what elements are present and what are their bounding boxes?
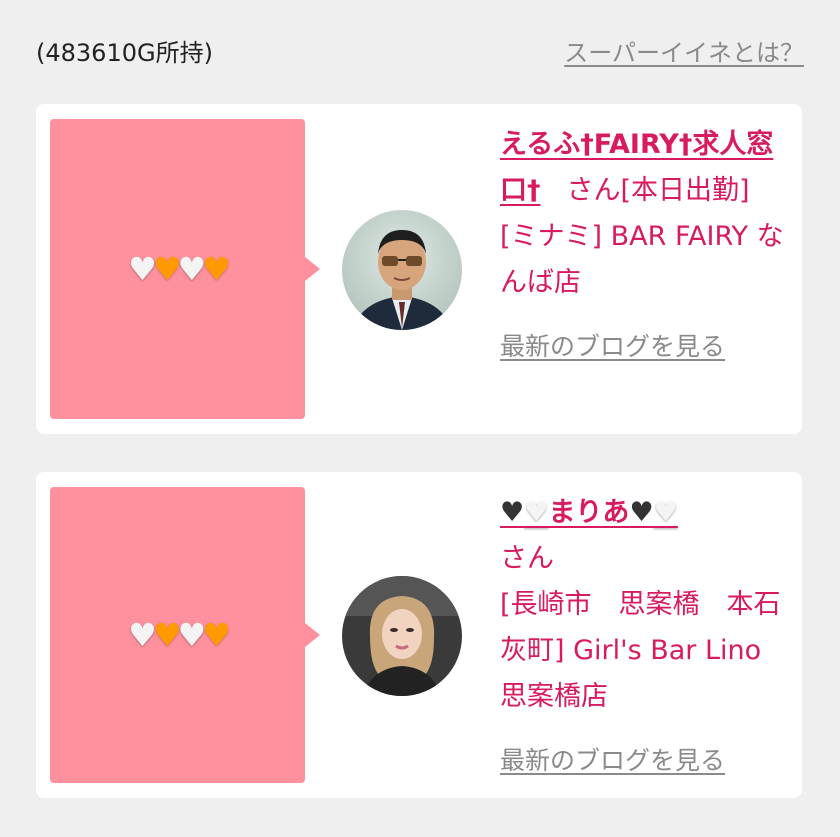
- cast-info: えるふ†FAIRY†求人窓口† さん[本日出勤] [ミナミ] BAR FAIRY …: [500, 122, 795, 370]
- cast-info: ♥♥まりあ♥♥ さん [長崎市 思案橋 本石灰町] Girl's Bar Lin…: [500, 490, 795, 784]
- super-like-info-link[interactable]: スーパーイイネとは？: [564, 33, 804, 68]
- heart-icons: ♥♥♥♥: [128, 250, 231, 288]
- heart-icons: ♥♥♥♥: [128, 616, 231, 654]
- orange-heart-icon: ♥: [152, 250, 182, 288]
- white-heart-icon: ♥: [177, 250, 207, 288]
- avatar[interactable]: [342, 210, 462, 330]
- super-like-bubble: ♥♥♥♥: [50, 119, 320, 419]
- white-heart-icon: ♥: [128, 250, 157, 288]
- latest-blog-link[interactable]: 最新のブログを見る: [500, 324, 795, 370]
- list-item: ♥♥♥♥ えるふ†FAIRY†求人窓口† さん[本日出勤] [ミナミ] BAR …: [36, 104, 802, 434]
- super-like-bubble: ♥♥♥♥: [50, 487, 320, 783]
- cast-name-link[interactable]: ♥♥まりあ♥♥: [500, 497, 678, 528]
- latest-blog-link[interactable]: 最新のブログを見る: [500, 738, 795, 784]
- cast-suffix: さん[本日出勤]: [566, 175, 750, 206]
- cast-name-text: まりあ: [548, 497, 630, 528]
- avatar[interactable]: [342, 576, 462, 696]
- points-balance: (483610G所持): [36, 38, 213, 67]
- header-row: (483610G所持) スーパーイイネとは？: [36, 30, 804, 70]
- white-heart-icon: ♥: [128, 616, 157, 654]
- orange-heart-icon: ♥: [152, 616, 182, 654]
- shop-name: [長崎市 思案橋 本石灰町] Girl's Bar Lino 思案橋店: [500, 589, 781, 712]
- orange-heart-icon: ♥: [202, 250, 231, 288]
- white-heart-icon: ♥: [653, 497, 678, 528]
- white-heart-icon: ♥: [524, 497, 549, 528]
- black-heart-icon: ♥: [629, 497, 654, 528]
- black-heart-icon: ♥: [500, 497, 525, 528]
- cast-suffix: さん: [500, 543, 554, 574]
- shop-name: [ミナミ] BAR FAIRY なんば店: [500, 221, 784, 298]
- orange-heart-icon: ♥: [202, 616, 231, 654]
- white-heart-icon: ♥: [177, 616, 207, 654]
- list-item: ♥♥♥♥ ♥♥まりあ♥♥ さん [長崎市 思案橋 本石灰町] Girl's Ba…: [36, 472, 802, 798]
